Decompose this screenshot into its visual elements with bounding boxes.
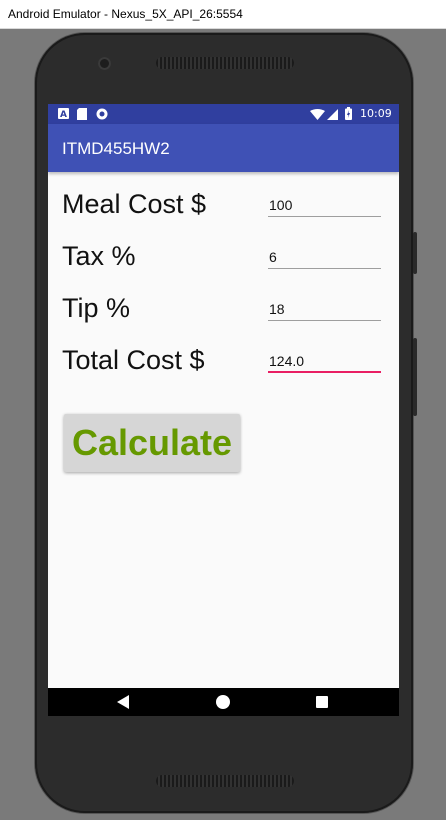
total-cost-input[interactable]: 124.0: [268, 351, 381, 373]
tip-label: Tip %: [62, 293, 131, 323]
power-button[interactable]: [413, 232, 417, 274]
status-bar: A 10:09: [48, 104, 399, 124]
meal-cost-label: Meal Cost $: [62, 189, 207, 219]
back-icon[interactable]: [117, 695, 131, 709]
bottom-speaker: [156, 775, 294, 787]
window-title: Android Emulator - Nexus_5X_API_26:5554: [8, 7, 243, 21]
app-bar: ITMD455HW2: [48, 124, 399, 172]
device-screen: A 10:09 ITMD455HW2 Meal Cost $ 100 Tax %…: [48, 104, 399, 716]
tax-label: Tax %: [62, 241, 136, 271]
status-time: 10:09: [360, 107, 392, 120]
top-speaker: [156, 57, 294, 69]
volume-button[interactable]: [413, 338, 417, 416]
battery-icon: [345, 107, 352, 120]
front-camera: [98, 57, 111, 70]
navigation-bar: [48, 688, 399, 716]
text-notification-icon: A: [58, 108, 69, 119]
tax-input[interactable]: 6: [268, 247, 381, 269]
home-icon[interactable]: [216, 695, 230, 709]
total-cost-label: Total Cost $: [62, 345, 205, 375]
meal-cost-input[interactable]: 100: [268, 195, 381, 217]
recents-icon[interactable]: [316, 696, 328, 708]
sync-icon: [96, 108, 108, 120]
tip-input[interactable]: 18: [268, 299, 381, 321]
wifi-icon: [310, 109, 325, 120]
calculate-button[interactable]: Calculate: [64, 414, 240, 472]
window-title-bar: Android Emulator - Nexus_5X_API_26:5554: [0, 0, 446, 29]
cell-signal-icon: [327, 109, 338, 120]
app-title: ITMD455HW2: [62, 139, 170, 158]
sd-card-icon: [77, 108, 87, 120]
svg-text:A: A: [60, 110, 67, 119]
